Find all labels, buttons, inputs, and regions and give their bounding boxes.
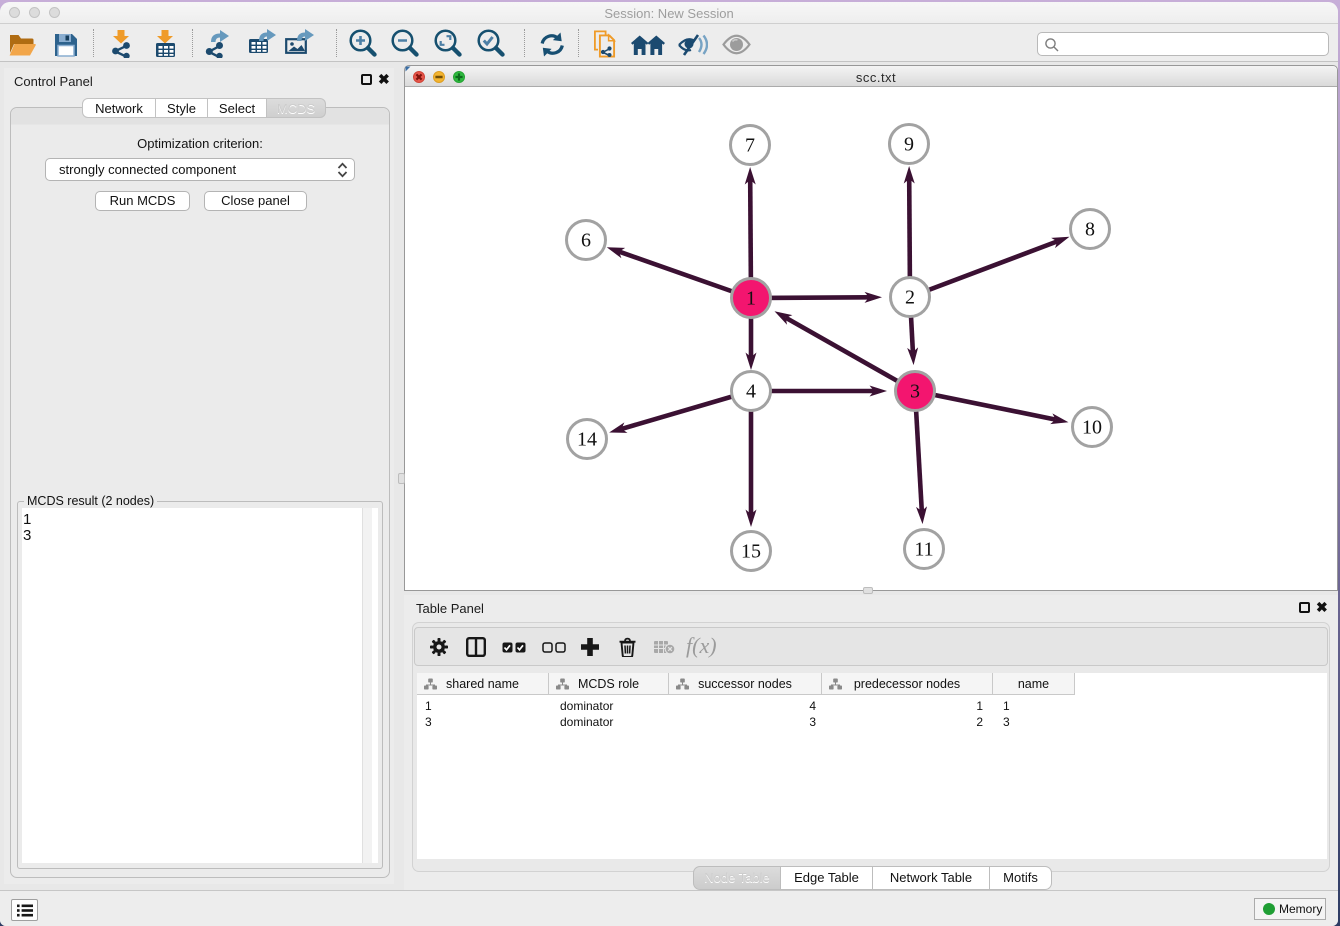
svg-text:9: 9 bbox=[904, 134, 914, 156]
svg-text:7: 7 bbox=[745, 135, 755, 157]
svg-text:4: 4 bbox=[746, 381, 756, 403]
svg-text:3: 3 bbox=[910, 381, 920, 403]
svg-text:1: 1 bbox=[746, 288, 756, 310]
svg-text:6: 6 bbox=[581, 230, 591, 252]
svg-text:14: 14 bbox=[577, 429, 597, 451]
svg-text:11: 11 bbox=[914, 539, 933, 561]
svg-text:2: 2 bbox=[905, 287, 915, 309]
svg-text:8: 8 bbox=[1085, 219, 1095, 241]
svg-text:15: 15 bbox=[741, 541, 761, 563]
svg-text:10: 10 bbox=[1082, 417, 1102, 439]
